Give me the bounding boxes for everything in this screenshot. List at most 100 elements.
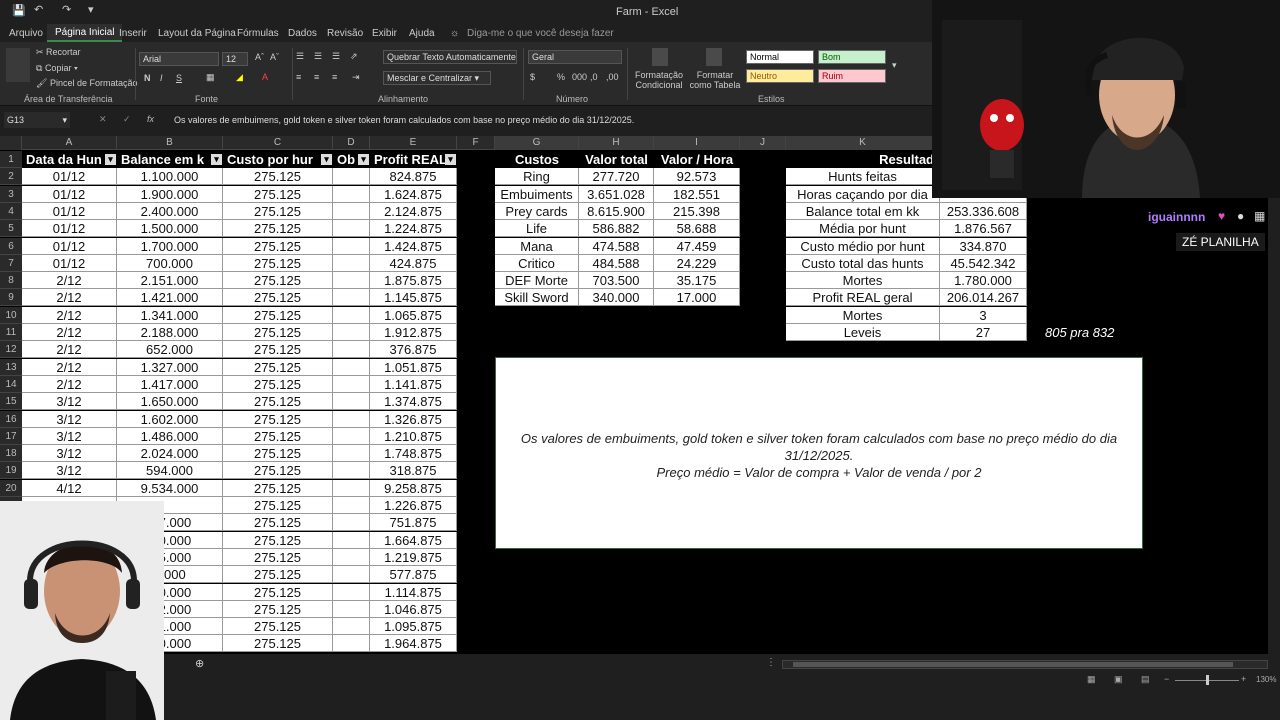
table-cell-obs[interactable] bbox=[333, 410, 370, 428]
results-label[interactable]: Custo total das hunts bbox=[786, 254, 940, 272]
table-cell[interactable]: 2.024.000 bbox=[117, 445, 223, 463]
table-cell[interactable]: 1.326.875 bbox=[370, 410, 457, 428]
table-cell[interactable]: 275.125 bbox=[223, 548, 333, 566]
normal-view-icon[interactable]: ▦ bbox=[1087, 674, 1096, 685]
name-box[interactable]: G13 ▾ bbox=[4, 112, 70, 128]
table-cell[interactable]: 275.125 bbox=[223, 168, 333, 186]
table-cell[interactable]: 1.374.875 bbox=[370, 393, 457, 411]
undo-icon[interactable]: ↶ bbox=[34, 3, 43, 16]
underline-button[interactable]: S bbox=[176, 73, 182, 83]
table-cell[interactable]: 1.748.875 bbox=[370, 445, 457, 463]
number-format-select[interactable]: Geral bbox=[528, 50, 622, 64]
table-cell[interactable]: 4/12 bbox=[22, 479, 117, 497]
table-cell[interactable]: 275.125 bbox=[223, 393, 333, 411]
table-cell[interactable]: 1.141.875 bbox=[370, 375, 457, 393]
filter-dropdown-icon[interactable]: ▾ bbox=[445, 154, 456, 165]
table-cell[interactable]: 1.421.000 bbox=[117, 289, 223, 307]
row-header[interactable]: 20 bbox=[0, 479, 22, 497]
costs-cell[interactable]: Critico bbox=[495, 254, 579, 272]
costs-cell[interactable]: 703.500 bbox=[579, 272, 654, 290]
table-cell[interactable]: 01/12 bbox=[22, 237, 117, 255]
table-cell[interactable]: 275.125 bbox=[223, 324, 333, 341]
row-header[interactable]: 8 bbox=[0, 272, 22, 290]
table-cell[interactable]: 2.124.875 bbox=[370, 202, 457, 220]
table-cell-obs[interactable] bbox=[333, 635, 370, 653]
table-cell[interactable]: 275.125 bbox=[223, 583, 333, 601]
results-label[interactable]: Média por hunt bbox=[786, 220, 940, 238]
costs-cell[interactable]: 24.229 bbox=[654, 254, 740, 272]
table-cell[interactable]: 751.875 bbox=[370, 514, 457, 532]
header-obs[interactable]: Ob ▾ bbox=[333, 151, 370, 168]
save-icon[interactable]: 💾 bbox=[12, 4, 26, 17]
orientation-icon[interactable]: ⇗ bbox=[350, 51, 358, 62]
table-cell-obs[interactable] bbox=[333, 600, 370, 618]
italic-button[interactable]: I bbox=[160, 73, 163, 83]
table-cell[interactable]: 01/12 bbox=[22, 168, 117, 186]
table-cell-obs[interactable] bbox=[333, 237, 370, 255]
col-header-e[interactable]: E bbox=[370, 136, 457, 150]
table-cell[interactable]: 3/12 bbox=[22, 427, 117, 445]
row-header[interactable]: 19 bbox=[0, 462, 22, 480]
spreadsheet-grid[interactable]: A B C D E F G H I J K 1 2 3 4 5 6 7 8 9 10 11 12 13 1… bbox=[0, 136, 1268, 654]
table-cell[interactable]: 2/12 bbox=[22, 358, 117, 376]
align-top-icon[interactable]: ☰ bbox=[296, 51, 304, 62]
zoom-slider-handle[interactable] bbox=[1206, 675, 1209, 685]
table-cell-obs[interactable] bbox=[333, 168, 370, 186]
align-right-icon[interactable]: ≡ bbox=[332, 72, 337, 82]
tab-inserir[interactable]: Inserir bbox=[119, 28, 147, 39]
tab-arquivo[interactable]: Arquivo bbox=[9, 28, 43, 39]
costs-cell[interactable]: 17.000 bbox=[654, 289, 740, 307]
table-cell[interactable]: 1.065.875 bbox=[370, 306, 457, 324]
header-data-hunt[interactable]: Data da Hun ▾ bbox=[22, 151, 117, 168]
table-cell[interactable]: 3/12 bbox=[22, 393, 117, 411]
fx-icon[interactable]: fx bbox=[147, 114, 154, 124]
tab-ajuda[interactable]: Ajuda bbox=[409, 28, 435, 39]
table-cell-obs[interactable] bbox=[333, 479, 370, 497]
font-name-select[interactable]: Arial bbox=[139, 52, 219, 66]
filter-dropdown-icon[interactable]: ▾ bbox=[105, 154, 116, 165]
table-cell[interactable]: 275.125 bbox=[223, 600, 333, 618]
copy-button[interactable]: ⧉ Copiar ▾ bbox=[36, 63, 78, 74]
row-header[interactable]: 13 bbox=[0, 358, 22, 376]
font-color-icon[interactable]: A bbox=[262, 72, 268, 82]
col-header-f[interactable]: F bbox=[457, 136, 495, 150]
filter-dropdown-icon[interactable]: ▾ bbox=[321, 154, 332, 165]
col-header-c[interactable]: C bbox=[223, 136, 333, 150]
zoom-level[interactable]: 130% bbox=[1256, 675, 1276, 684]
tab-exibir[interactable]: Exibir bbox=[372, 28, 397, 39]
tab-formulas[interactable]: Fórmulas bbox=[237, 28, 279, 39]
row-header[interactable]: 6 bbox=[0, 237, 22, 255]
row-header[interactable]: 2 bbox=[0, 168, 22, 186]
costs-cell[interactable]: Prey cards bbox=[495, 202, 579, 220]
table-cell[interactable]: 9.258.875 bbox=[370, 479, 457, 497]
costs-cell[interactable]: DEF Morte bbox=[495, 272, 579, 290]
costs-cell[interactable]: 8.615.900 bbox=[579, 202, 654, 220]
merge-center-button[interactable]: Mesclar e Centralizar ▾ bbox=[383, 71, 491, 85]
table-cell-obs[interactable] bbox=[333, 531, 370, 549]
page-break-icon[interactable]: ▤ bbox=[1141, 674, 1150, 685]
row-header[interactable]: 18 bbox=[0, 445, 22, 463]
col-header-j[interactable]: J bbox=[740, 136, 786, 150]
bold-button[interactable]: N bbox=[144, 73, 151, 83]
indent-icon[interactable]: ⇥ bbox=[352, 72, 360, 83]
table-cell[interactable]: 275.125 bbox=[223, 289, 333, 307]
costs-cell[interactable]: 92.573 bbox=[654, 168, 740, 186]
table-cell[interactable]: 2/12 bbox=[22, 375, 117, 393]
style-neutro[interactable]: Neutro bbox=[746, 69, 814, 83]
table-cell[interactable]: 2.188.000 bbox=[117, 324, 223, 341]
formula-input[interactable]: Os valores de embuimens, gold token e si… bbox=[174, 115, 634, 125]
table-cell[interactable]: 1.912.875 bbox=[370, 324, 457, 341]
costs-cell[interactable]: 340.000 bbox=[579, 289, 654, 307]
table-cell[interactable]: 318.875 bbox=[370, 462, 457, 480]
results-label[interactable]: Mortes bbox=[786, 306, 940, 324]
table-cell[interactable]: 275.125 bbox=[223, 462, 333, 480]
table-cell[interactable]: 275.125 bbox=[223, 531, 333, 549]
redo-icon[interactable]: ↷ bbox=[62, 3, 71, 16]
tab-layout[interactable]: Layout da Página bbox=[158, 28, 236, 39]
table-cell[interactable]: 1.700.000 bbox=[117, 237, 223, 255]
row-header[interactable]: 3 bbox=[0, 185, 22, 203]
table-cell[interactable]: 1.875.875 bbox=[370, 272, 457, 290]
fill-color-icon[interactable]: ◢ bbox=[236, 72, 243, 83]
costs-cell[interactable]: 277.720 bbox=[579, 168, 654, 186]
table-cell[interactable]: 1.210.875 bbox=[370, 427, 457, 445]
